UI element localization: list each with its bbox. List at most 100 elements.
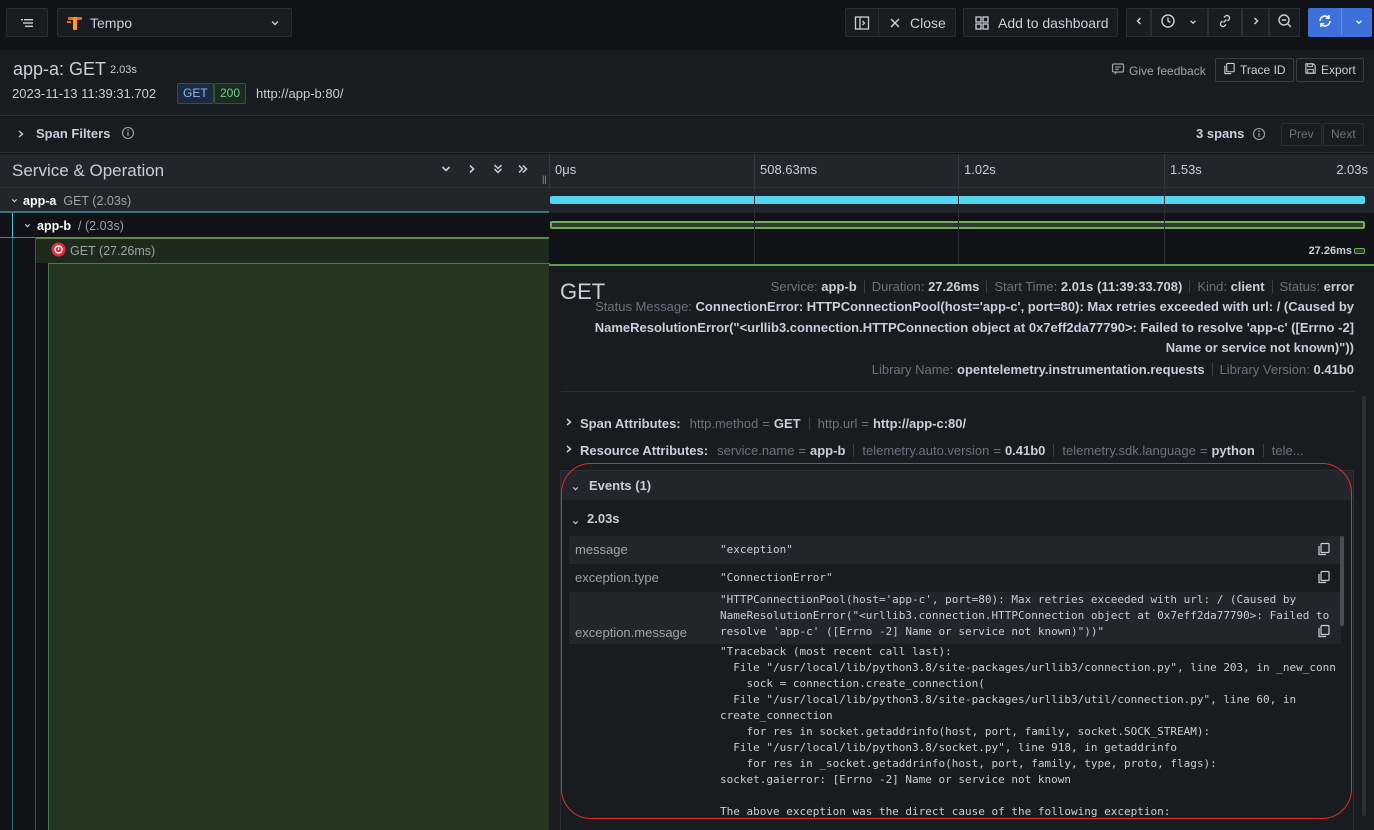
span-service-name: app-a bbox=[23, 193, 57, 208]
share-link-button[interactable] bbox=[1208, 8, 1242, 37]
trace-url: http://app-b:80/ bbox=[256, 86, 344, 101]
service-value: app-b bbox=[821, 279, 857, 294]
span-filters-toggle[interactable]: Span Filters bbox=[36, 126, 110, 141]
collapse-one-icon[interactable] bbox=[440, 163, 452, 178]
time-forward-button[interactable] bbox=[1242, 8, 1269, 37]
chevron-right-icon bbox=[565, 443, 573, 458]
attr-key: telemetry.auto.version bbox=[862, 443, 990, 458]
attr-key: http.url bbox=[817, 416, 858, 431]
give-feedback-label: Give feedback bbox=[1129, 63, 1206, 78]
tick-line bbox=[958, 154, 959, 188]
tick-label-4: 2.03s bbox=[1336, 162, 1368, 177]
event-field-value: "ConnectionError" bbox=[720, 571, 833, 584]
events-scrollbar[interactable] bbox=[1340, 536, 1344, 626]
library-name-key: Library Name: bbox=[871, 362, 954, 377]
library-meta: Library Name: opentelemetry.instrumentat… bbox=[872, 359, 1354, 380]
attr-more: tele... bbox=[1271, 443, 1304, 458]
expand-one-icon[interactable] bbox=[466, 163, 478, 178]
trace-duration: 2.03s bbox=[110, 64, 137, 76]
copy-icon[interactable] bbox=[1317, 570, 1331, 587]
attr-key: telemetry.sdk.language bbox=[1062, 443, 1196, 458]
column-resizer[interactable]: || bbox=[542, 174, 547, 184]
attr-value: app-b bbox=[810, 443, 846, 458]
info-icon bbox=[1252, 127, 1266, 144]
span-duration-label: 27.26ms bbox=[1308, 245, 1352, 257]
event-field-key: message bbox=[575, 542, 628, 557]
attr-value: http://app-c:80/ bbox=[872, 416, 967, 431]
trace-start-time: 2023-11-13 11:39:31.702 bbox=[12, 86, 157, 101]
split-view-button[interactable] bbox=[845, 8, 878, 37]
chevron-down-icon bbox=[571, 481, 580, 496]
tick-label-2: 1.02s bbox=[964, 162, 996, 177]
give-feedback-link[interactable]: Give feedback bbox=[1111, 62, 1206, 79]
copy-icon[interactable] bbox=[1317, 624, 1331, 641]
chevron-down-icon bbox=[269, 17, 281, 29]
span-operation: / (2.03s) bbox=[78, 218, 124, 233]
span-bar[interactable] bbox=[1354, 248, 1365, 254]
export-button[interactable]: Export bbox=[1296, 58, 1364, 82]
zoom-out-button[interactable] bbox=[1269, 8, 1300, 37]
event-field-value: "exception" bbox=[720, 543, 793, 556]
menu-toggle-button[interactable] bbox=[6, 8, 48, 37]
span-attributes-row[interactable]: Span Attributes: http.method = GET http.ur… bbox=[565, 416, 1345, 431]
refresh-button[interactable] bbox=[1308, 8, 1372, 37]
close-icon bbox=[889, 17, 901, 29]
export-label: Export bbox=[1321, 63, 1356, 77]
save-icon bbox=[1304, 62, 1317, 78]
event-time: 2.03s bbox=[587, 511, 620, 526]
time-back-button[interactable] bbox=[1126, 8, 1151, 37]
span-row[interactable]: app-b / (2.03s) bbox=[0, 213, 1374, 238]
event-field-value: "HTTPConnectionPool(host='app-c', port=8… bbox=[720, 593, 1330, 638]
trace-title: app-a: GET bbox=[13, 59, 107, 79]
resource-attributes-label: Resource Attributes: bbox=[580, 443, 709, 458]
event-field-key: exception.message bbox=[575, 625, 688, 640]
add-to-dashboard-button[interactable]: Add to dashboard bbox=[963, 8, 1118, 37]
spans-count: 3 spans bbox=[1196, 126, 1245, 141]
zoom-out-icon bbox=[1277, 13, 1293, 32]
chevron-down-icon[interactable] bbox=[10, 193, 19, 208]
time-picker-button[interactable] bbox=[1151, 8, 1208, 37]
chevron-down-icon[interactable] bbox=[23, 218, 32, 233]
copy-icon bbox=[1223, 62, 1236, 78]
tick-label-0: 0μs bbox=[555, 162, 577, 177]
tick-label-3: 1.53s bbox=[1170, 162, 1202, 177]
prev-match-button[interactable]: Prev bbox=[1281, 123, 1322, 146]
event-stacktrace-value: "Traceback (most recent call last): File… bbox=[720, 645, 1336, 818]
span-service-name: app-b bbox=[37, 218, 72, 233]
clock-icon bbox=[1160, 13, 1176, 32]
trace-id-button[interactable]: Trace ID bbox=[1215, 58, 1294, 82]
status-message-key: Status Message: bbox=[595, 299, 692, 314]
detail-scrollbar[interactable] bbox=[1362, 396, 1366, 816]
attr-key: http.method bbox=[689, 416, 759, 431]
resource-attributes-row[interactable]: Resource Attributes: service.name = app-b … bbox=[565, 443, 1345, 458]
library-name-value: opentelemetry.instrumentation.requests bbox=[957, 362, 1205, 377]
service-key: Service: bbox=[770, 279, 818, 294]
span-meta: Service: app-b Duration: 27.26ms Start Tim… bbox=[771, 276, 1354, 297]
chevron-right-icon[interactable] bbox=[16, 128, 26, 143]
datasource-name: Tempo bbox=[90, 14, 133, 31]
datasource-picker[interactable]: Tempo bbox=[57, 8, 292, 37]
next-match-button[interactable]: Next bbox=[1323, 123, 1364, 146]
collapse-all-icon[interactable] bbox=[492, 163, 504, 178]
chevron-left-icon bbox=[1133, 15, 1145, 30]
close-button[interactable]: Close bbox=[878, 8, 956, 37]
close-label: Close bbox=[910, 14, 946, 31]
toolbar: Tempo Close Add to dashboard bbox=[0, 0, 1374, 45]
chevron-down-icon bbox=[1188, 15, 1198, 30]
expand-all-icon[interactable] bbox=[517, 163, 529, 178]
trace-id-label: Trace ID bbox=[1240, 63, 1286, 77]
status-key: Status: bbox=[1279, 279, 1321, 294]
events-toggle[interactable]: Events (1) bbox=[561, 471, 1353, 500]
span-row[interactable]: app-a GET (2.03s) bbox=[0, 188, 1374, 213]
event-field-row: "Traceback (most recent call last): File… bbox=[569, 644, 1341, 830]
tempo-logo-icon bbox=[66, 14, 84, 32]
tick-line bbox=[1164, 154, 1165, 188]
menu-icon bbox=[19, 15, 35, 31]
duration-value: 27.26ms bbox=[928, 279, 980, 294]
library-version-value: 0.41b0 bbox=[1313, 362, 1354, 377]
chevron-right-icon bbox=[1250, 15, 1262, 30]
attr-value: GET bbox=[773, 416, 801, 431]
chevron-down-icon bbox=[1354, 15, 1364, 30]
copy-icon[interactable] bbox=[1317, 542, 1331, 559]
timeline-header: Service & Operation || 0μs 508.63ms 1.02… bbox=[0, 154, 1374, 188]
